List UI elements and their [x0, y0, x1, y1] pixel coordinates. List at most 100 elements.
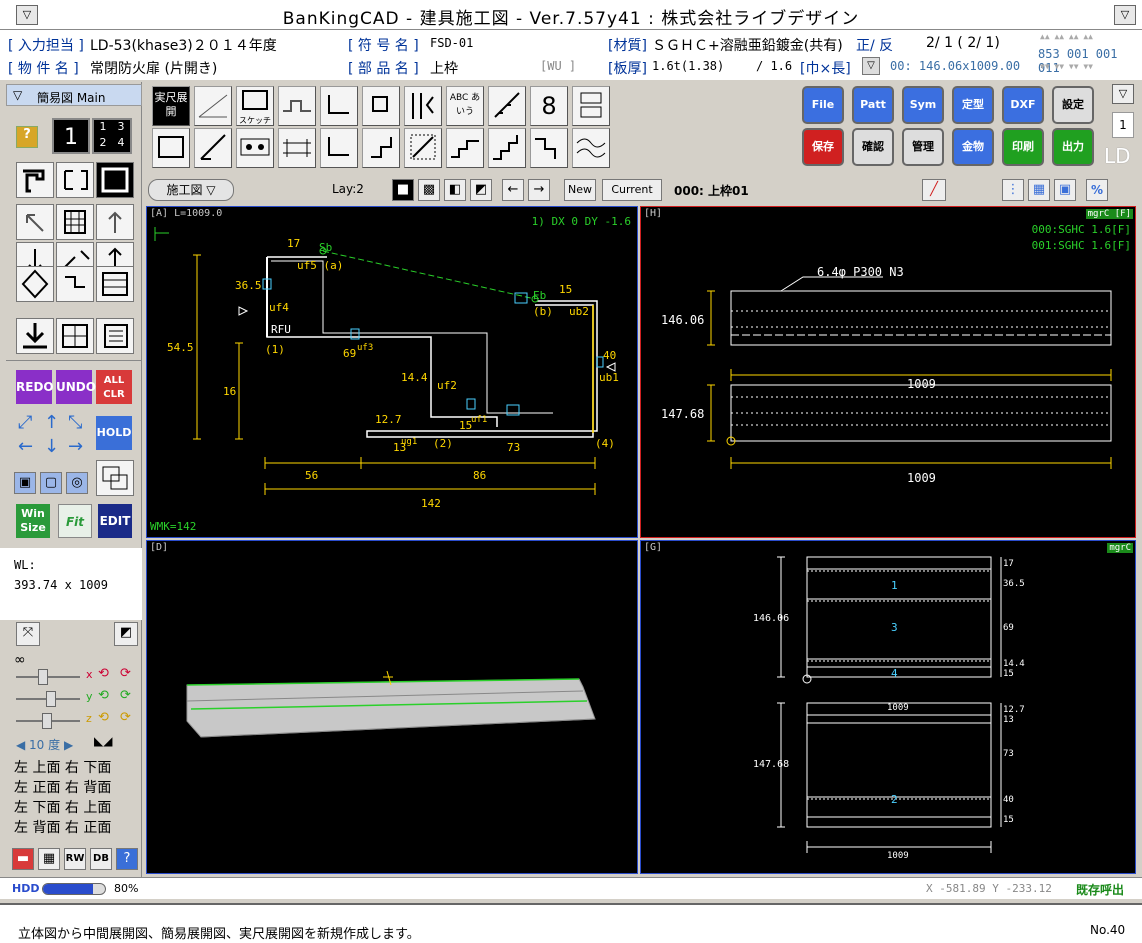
- orient-toggle[interactable]: 正/ 反: [856, 35, 893, 55]
- confirm-button[interactable]: 確認: [852, 128, 894, 166]
- rotate-x-ccw-icon[interactable]: ⟲: [98, 666, 109, 681]
- counters-up[interactable]: ▲▲ ▲▲ ▲▲ ▲▲: [1040, 32, 1093, 41]
- mode-selector[interactable]: ▽ 簡易図 Main: [6, 84, 142, 106]
- save-button[interactable]: 保存: [802, 128, 844, 166]
- step-tool[interactable]: [56, 266, 94, 302]
- minimize-button[interactable]: ▽: [1114, 5, 1136, 25]
- slider-y-thumb[interactable]: [46, 691, 56, 707]
- all-clear-button[interactable]: ALL CLR: [96, 370, 132, 404]
- section-tool-b[interactable]: [56, 162, 94, 198]
- fill-black-icon[interactable]: ■: [392, 179, 414, 201]
- single-view-button[interactable]: 1: [52, 118, 90, 154]
- size-dropdown-icon[interactable]: ▽: [862, 57, 880, 75]
- pane-g[interactable]: [G] mgrC 146.06 147.68 1 3 4 2 17 36.5 6…: [640, 540, 1136, 874]
- grid-tool[interactable]: [56, 204, 94, 240]
- bend-tool-5[interactable]: [362, 128, 400, 168]
- settings-button[interactable]: 設定: [1052, 86, 1094, 124]
- redo-button[interactable]: REDO: [16, 370, 54, 404]
- help-icon[interactable]: ?: [16, 126, 38, 148]
- profile-tool[interactable]: [278, 86, 316, 126]
- patt-button[interactable]: Patt: [852, 86, 894, 124]
- rotate-y-cw-icon[interactable]: ⟳: [120, 688, 131, 703]
- step-down-tool[interactable]: [530, 128, 568, 168]
- stair-tool[interactable]: [488, 86, 526, 126]
- degree-stepper[interactable]: ◀ 10 度 ▶: [16, 736, 73, 753]
- right-icon[interactable]: →: [68, 436, 83, 457]
- line-tool-icon[interactable]: ╱: [922, 179, 946, 201]
- hold-button[interactable]: HOLD: [96, 416, 132, 450]
- view-mode-1-icon[interactable]: ▣: [14, 472, 36, 494]
- pencil-tool[interactable]: [194, 128, 232, 168]
- jitsu-tenkai-button[interactable]: 実尺展開: [152, 86, 190, 126]
- dxf-button[interactable]: DXF: [1002, 86, 1044, 124]
- rotate-z-cw-icon[interactable]: ⟳: [120, 710, 131, 725]
- sketch-button[interactable]: スケッチ: [236, 86, 274, 126]
- slant-tool[interactable]: [404, 128, 442, 168]
- bend-tool-4[interactable]: [320, 128, 358, 168]
- counters-down[interactable]: ▼▼ ▼▼ ▼▼ ▼▼: [1040, 62, 1093, 71]
- slider-z-thumb[interactable]: [42, 713, 52, 729]
- print-button[interactable]: 印刷: [1002, 128, 1044, 166]
- undo-button[interactable]: UNDO: [56, 370, 96, 404]
- left-icon[interactable]: ←: [18, 436, 33, 457]
- pane-h[interactable]: [H] mgrC [F] 000:SGHC 1.6[F] 001:SGHC 1.…: [640, 206, 1136, 538]
- file-button[interactable]: File: [802, 86, 844, 124]
- toolbar-collapse-icon[interactable]: ▽: [1112, 84, 1134, 104]
- stepline-tool[interactable]: [446, 128, 484, 168]
- grid-lines-icon[interactable]: ▦: [1028, 179, 1050, 201]
- slider-x-thumb[interactable]: [38, 669, 48, 685]
- stairs-tool[interactable]: [488, 128, 526, 168]
- calculator-icon[interactable]: ▦: [38, 848, 60, 870]
- text-tool[interactable]: ABC あいう: [446, 86, 484, 126]
- rotate-z-ccw-icon[interactable]: ⟲: [98, 710, 109, 725]
- next-arrow-icon[interactable]: →: [528, 179, 550, 201]
- prev-arrow-icon[interactable]: ←: [502, 179, 524, 201]
- down-icon[interactable]: ↓: [44, 436, 59, 457]
- fit-button[interactable]: Fit: [58, 504, 92, 538]
- fill-stack-icon[interactable]: ◩: [470, 179, 492, 201]
- layer-tool[interactable]: [96, 460, 134, 496]
- view-row[interactable]: 左 背面 右 正面: [14, 818, 140, 838]
- swap-tool[interactable]: [572, 86, 610, 126]
- pan-arrows[interactable]: ⤢ ↑ ⤡ ← ↓ →: [14, 412, 92, 460]
- frame-tool[interactable]: [152, 128, 190, 168]
- edit-button[interactable]: EDIT: [98, 504, 132, 538]
- diamond-tool[interactable]: [16, 266, 54, 302]
- shrink-icon[interactable]: ⤡: [68, 412, 82, 433]
- section-tool-c[interactable]: [96, 162, 134, 198]
- pane-a[interactable]: [A] L=1009.0 1) DX 0 DY -1.6 WMK=142 17 …: [146, 206, 638, 538]
- panel-icon[interactable]: ▣: [1054, 179, 1076, 201]
- delete-icon[interactable]: ▬: [12, 848, 34, 870]
- table-tool[interactable]: [96, 266, 134, 302]
- view-mode-2-icon[interactable]: ▢: [40, 472, 62, 494]
- rotate-y-ccw-icon[interactable]: ⟲: [98, 688, 109, 703]
- page-number[interactable]: 1: [1112, 112, 1134, 138]
- pane-d[interactable]: [D]: [146, 540, 638, 874]
- db-button[interactable]: DB: [90, 848, 112, 870]
- sheet-tool[interactable]: [96, 318, 134, 354]
- split-tool[interactable]: [56, 318, 94, 354]
- wave-tool[interactable]: [572, 128, 610, 168]
- four-view-button[interactable]: 1324: [92, 118, 132, 154]
- new-button[interactable]: New: [564, 179, 596, 201]
- view-select[interactable]: 施工図 ▽: [148, 179, 234, 201]
- shade-icon[interactable]: ◣◢: [94, 734, 112, 748]
- rotate-tool-icon[interactable]: ⤧: [16, 622, 40, 646]
- view-row[interactable]: 左 正面 右 背面: [14, 778, 140, 798]
- current-button[interactable]: Current: [602, 179, 662, 201]
- rotate-x-cw-icon[interactable]: ⟳: [120, 666, 131, 681]
- percent-icon[interactable]: %: [1086, 179, 1108, 201]
- hardware-button[interactable]: 金物: [952, 128, 994, 166]
- manage-button[interactable]: 管理: [902, 128, 944, 166]
- bend-tool-2[interactable]: [362, 86, 400, 126]
- section-tool-a[interactable]: [16, 162, 54, 198]
- view-row[interactable]: 左 上面 右 下面: [14, 758, 140, 778]
- view-row[interactable]: 左 下面 右 上面: [14, 798, 140, 818]
- up-icon[interactable]: ↑: [44, 412, 59, 433]
- rw-button[interactable]: RW: [64, 848, 86, 870]
- output-button[interactable]: 出力: [1052, 128, 1094, 166]
- zoom-tool-icon[interactable]: ◩: [114, 622, 138, 646]
- teikei-button[interactable]: 定型: [952, 86, 994, 124]
- view-mode-3-icon[interactable]: ◎: [66, 472, 88, 494]
- download-tool[interactable]: [16, 318, 54, 354]
